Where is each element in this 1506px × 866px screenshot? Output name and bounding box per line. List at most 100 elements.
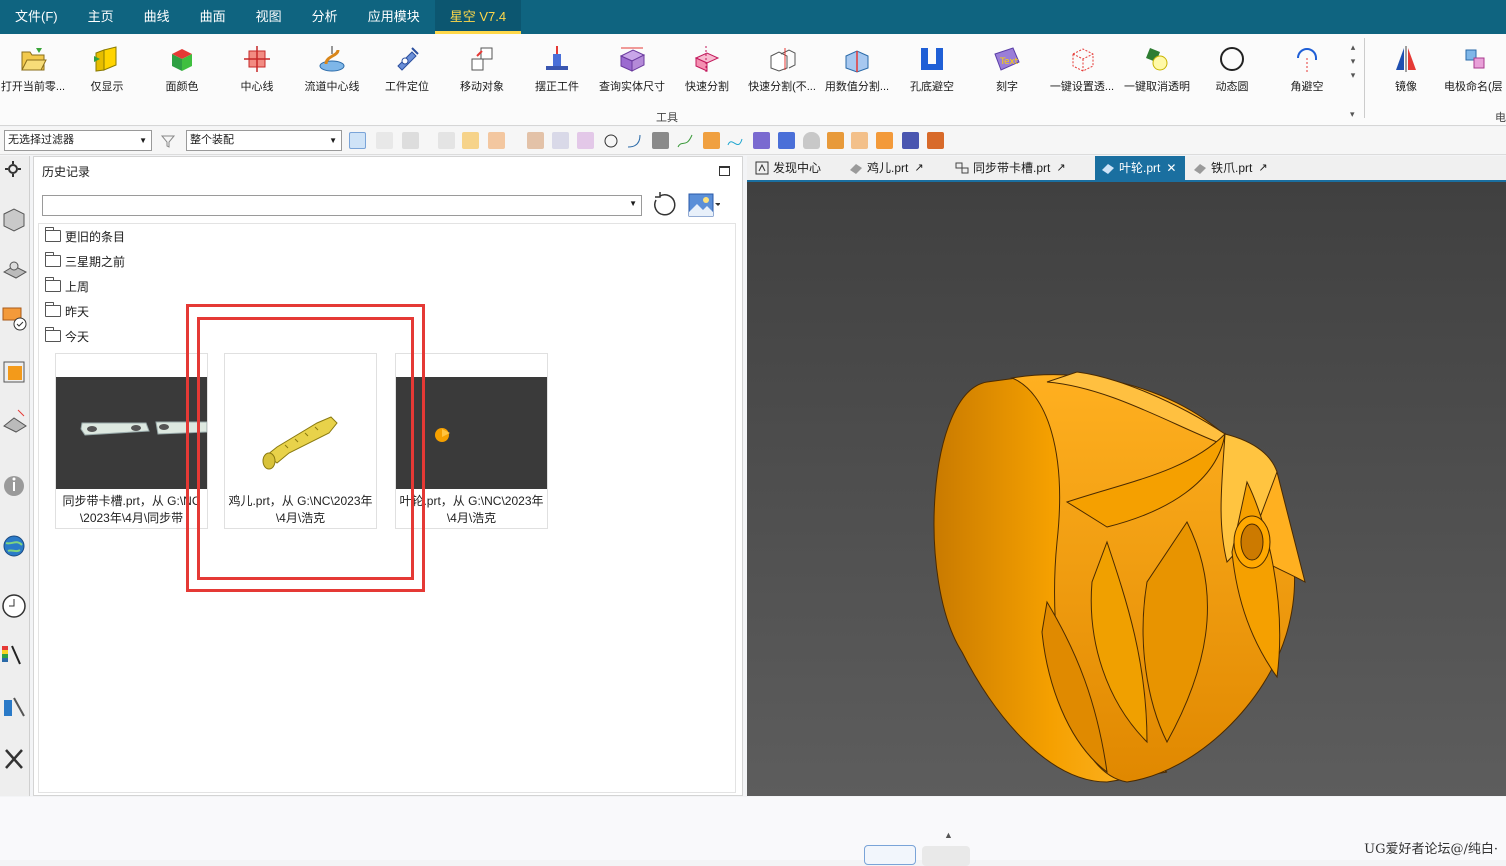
open-part-button[interactable]: 打开当前零... [0, 42, 70, 104]
close-icon[interactable]: ✕ [1166, 156, 1176, 180]
menu-curve[interactable]: 曲线 [129, 0, 185, 34]
web-browser-icon[interactable] [2, 531, 28, 561]
menu-surface[interactable]: 曲面 [185, 0, 241, 34]
graphics-window[interactable] [747, 182, 1506, 796]
tab-sync-belt-prt[interactable]: 同步带卡槽.prt ↗ [949, 156, 1089, 180]
history-clock-icon[interactable] [2, 590, 28, 620]
bottom-button-1[interactable] [864, 845, 916, 865]
history-filter-select[interactable]: ▼ [42, 195, 642, 216]
scope-select[interactable]: 整个装配 ▼ [186, 130, 342, 151]
ribbon-scroll-buttons[interactable]: ▴ ▾ ▾ [1346, 40, 1360, 100]
show-only-button[interactable]: 仅显示 [70, 42, 144, 104]
tab-tiezhua-prt[interactable]: 铁爪.prt ↗ [1187, 156, 1277, 180]
select-part-icon[interactable] [349, 132, 366, 149]
curve-icon[interactable] [677, 133, 693, 149]
block-outline-icon[interactable] [851, 132, 868, 149]
folder-last-week[interactable]: 上周 [45, 276, 89, 296]
workpiece-position-button[interactable]: 工件定位 [370, 42, 444, 104]
external-link-icon[interactable]: ↗ [1056, 156, 1065, 180]
info-icon[interactable] [2, 470, 28, 500]
folder-three-weeks-ago[interactable]: 三星期之前 [45, 251, 125, 271]
align-workpiece-label: 摆正工件 [535, 81, 579, 93]
type-filter-select[interactable]: 无选择过滤器 ▼ [4, 130, 152, 151]
refresh-icon[interactable] [650, 191, 678, 219]
edit-icon[interactable] [927, 132, 944, 149]
tab-jier-prt[interactable]: 鸡儿.prt ↗ [843, 156, 943, 180]
circle-icon[interactable] [603, 133, 619, 149]
solid-icon-1[interactable] [527, 132, 544, 149]
gear-icon[interactable] [2, 158, 28, 188]
arc-icon[interactable] [626, 133, 642, 149]
select-feature-icon[interactable] [462, 132, 479, 149]
type-filter-value: 无选择过滤器 [8, 134, 74, 146]
set-transparent-button[interactable]: 一键设置透... [1045, 42, 1119, 104]
palette-view-icon[interactable] [688, 192, 720, 218]
center-line-button[interactable]: 中心线 [220, 42, 294, 104]
ribbon: 打开当前零... 仅显示 面颜色 中心线 流道中心线 工件定位 移动对象 摆正工… [0, 34, 1506, 126]
solid-icon-2[interactable] [552, 132, 569, 149]
move-object-button[interactable]: 移动对象 [445, 42, 519, 104]
bottom-button-2[interactable] [922, 846, 970, 866]
corner-relief-button[interactable]: 角避空 [1270, 42, 1344, 104]
query-solid-size-button[interactable]: 查询实体尺寸 [595, 42, 669, 104]
svg-text:Text: Text [999, 57, 1019, 67]
roles-icon[interactable] [2, 692, 28, 722]
constraint-navigator-icon[interactable] [2, 356, 28, 386]
quick-split-keep-button[interactable]: 快速分割(不... [745, 42, 819, 104]
mirror-button[interactable]: 镜像 [1369, 42, 1443, 104]
vector-icon[interactable] [778, 132, 795, 149]
cylinder-icon[interactable] [803, 132, 820, 149]
folder-yesterday[interactable]: 昨天 [45, 301, 89, 321]
menu-application[interactable]: 应用模块 [353, 0, 435, 34]
select-body-icon[interactable] [488, 132, 505, 149]
block-orange-icon[interactable] [876, 132, 893, 149]
solid-icon-3[interactable] [577, 132, 594, 149]
history-card-impeller[interactable]: 叶轮.prt，从 G:\NC\2023年\4月\浩克 [395, 353, 548, 529]
history-card-sync-belt[interactable]: 同步带卡槽.prt，从 G:\NC\2023年\4月\同步带 [55, 353, 208, 529]
maximize-icon[interactable] [719, 166, 730, 176]
menu-xingkong[interactable]: 星空 V7.4 [434, 0, 522, 34]
ribbon-expand-icon[interactable]: ▾ [1350, 109, 1355, 120]
collapse-arrow-icon[interactable]: ▲ [944, 830, 953, 840]
quick-split-button[interactable]: 快速分割 [670, 42, 744, 104]
menu-view[interactable]: 视图 [241, 0, 297, 34]
cancel-transparent-button[interactable]: 一键取消透明 [1120, 42, 1194, 104]
tab-label: 叶轮.prt [1119, 161, 1161, 175]
filter-reset-icon[interactable] [160, 133, 176, 149]
snap-icon[interactable] [438, 132, 455, 149]
orange-solid-icon[interactable] [703, 132, 720, 149]
external-link-icon[interactable]: ↗ [914, 156, 923, 180]
tab-discovery-center[interactable]: 发现中心 [749, 156, 843, 180]
runner-center-line-button[interactable]: 流道中心线 [295, 42, 369, 104]
block-icon[interactable] [827, 132, 844, 149]
assembly-navigator-icon[interactable] [2, 204, 28, 234]
part-navigator-icon[interactable] [2, 254, 28, 284]
spline-icon[interactable] [727, 133, 743, 149]
tab-impeller-prt[interactable]: 叶轮.prt ✕ [1095, 156, 1185, 180]
face-color-button[interactable]: 面颜色 [145, 42, 219, 104]
menu-home[interactable]: 主页 [73, 0, 129, 34]
hole-bottom-relief-button[interactable]: 孔底避空 [895, 42, 969, 104]
numeric-split-button[interactable]: 用数值分割... [820, 42, 894, 104]
folder-older[interactable]: 更旧的条目 [45, 226, 125, 246]
watermark-text: UG爱好者论坛@/纯白· [1364, 842, 1498, 857]
engrave-text-button[interactable]: Text 刻字 [970, 42, 1044, 104]
face-icon[interactable] [652, 132, 669, 149]
tools-icon[interactable] [2, 744, 28, 774]
folder-today[interactable]: 今天 [45, 326, 89, 346]
external-link-icon[interactable]: ↗ [1258, 156, 1267, 180]
dynamic-circle-button[interactable]: 动态圆 [1195, 42, 1269, 104]
query-solid-size-icon [619, 47, 646, 72]
menu-analysis[interactable]: 分析 [297, 0, 353, 34]
electrode-naming-button[interactable]: 电极命名(层 [1444, 42, 1506, 104]
electrode-icon[interactable] [902, 132, 919, 149]
align-workpiece-button[interactable]: 摆正工件 [520, 42, 594, 104]
visualization-icon[interactable] [2, 640, 28, 670]
select-component-icon[interactable] [376, 132, 393, 149]
point-icon[interactable] [753, 132, 770, 149]
history-card-jier[interactable]: 鸡儿.prt，从 G:\NC\2023年\4月\浩克 [224, 353, 377, 529]
selection-priority-icon[interactable] [402, 132, 419, 149]
menu-file[interactable]: 文件(F) [0, 0, 73, 34]
reuse-library-icon[interactable] [2, 304, 28, 334]
sketch-navigator-icon[interactable] [2, 406, 28, 436]
